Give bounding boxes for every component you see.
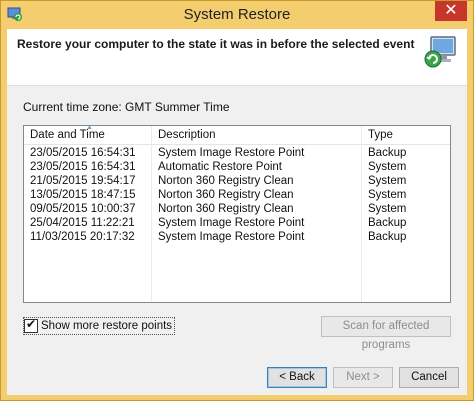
scan-affected-programs-button[interactable]: Scan for affected programs — [321, 316, 451, 351]
header-band: Restore your computer to the state it wa… — [7, 29, 467, 86]
window-title: System Restore — [183, 6, 291, 23]
back-button[interactable]: < Back — [267, 367, 327, 388]
description-cell: System Image Restore Point — [158, 231, 305, 243]
list-header: Date and Time ▲ Description Type — [24, 124, 450, 145]
date-cell: 25/04/2015 11:22:21 — [30, 217, 135, 229]
description-cell: Norton 360 Registry Clean — [158, 175, 294, 187]
system-restore-computer-icon — [424, 36, 456, 68]
timezone-label: Current time zone: GMT Summer Time — [23, 100, 230, 114]
date-cell: 11/03/2015 20:17:32 — [30, 231, 135, 243]
title-bar[interactable]: System Restore ✕ — [1, 1, 473, 29]
table-row[interactable]: 13/05/2015 18:47:15 Norton 360 Registry … — [24, 188, 450, 202]
description-cell: Automatic Restore Point — [158, 161, 283, 173]
description-cell: Norton 360 Registry Clean — [158, 203, 294, 215]
table-row[interactable]: 09/05/2015 10:00:37 Norton 360 Registry … — [24, 202, 450, 216]
checkbox-box[interactable]: ✔ — [24, 317, 38, 333]
date-cell: 09/05/2015 10:00:37 — [30, 203, 136, 215]
instruction-text: Restore your computer to the state it wa… — [17, 37, 415, 51]
type-cell: System — [368, 203, 407, 215]
type-cell: Backup — [368, 231, 407, 243]
column-type-label: Type — [368, 129, 393, 141]
description-cell: System Image Restore Point — [158, 217, 305, 229]
column-date-time-label: Date and Time — [30, 129, 105, 141]
description-cell: System Image Restore Point — [158, 147, 305, 159]
description-cell: Norton 360 Registry Clean — [158, 189, 294, 201]
close-button[interactable]: ✕ — [435, 1, 467, 21]
show-more-restore-points-checkbox[interactable]: ✔ Show more restore points — [23, 317, 176, 335]
sort-ascending-icon: ▲ — [86, 124, 93, 131]
type-cell: System — [368, 161, 407, 173]
date-cell: 23/05/2015 16:54:31 — [30, 161, 136, 173]
next-button[interactable]: Next > — [333, 367, 393, 388]
type-cell: Backup — [368, 147, 407, 159]
table-row[interactable]: 25/04/2015 11:22:21 System Image Restore… — [24, 216, 450, 230]
close-icon: ✕ — [444, 2, 458, 19]
system-restore-window: System Restore ✕ Restore your computer t… — [0, 0, 474, 401]
column-description-label: Description — [158, 129, 216, 141]
date-cell: 23/05/2015 16:54:31 — [30, 147, 136, 159]
checkmark-icon: ✔ — [26, 317, 37, 331]
restore-points-list[interactable]: Date and Time ▲ Description Type 23/05/2… — [23, 124, 451, 303]
column-type[interactable]: Type — [362, 126, 450, 144]
cancel-button[interactable]: Cancel — [399, 367, 459, 388]
date-cell: 13/05/2015 18:47:15 — [30, 189, 136, 201]
table-row[interactable]: 11/03/2015 20:17:32 System Image Restore… — [24, 230, 450, 244]
table-row[interactable]: 23/05/2015 16:54:31 System Image Restore… — [24, 146, 450, 160]
dialog-body: Restore your computer to the state it wa… — [7, 29, 467, 395]
type-cell: Backup — [368, 217, 407, 229]
show-more-restore-points-label: Show more restore points — [41, 320, 173, 332]
date-cell: 21/05/2015 19:54:17 — [30, 175, 136, 187]
table-row[interactable]: 21/05/2015 19:54:17 Norton 360 Registry … — [24, 174, 450, 188]
type-cell: System — [368, 189, 407, 201]
type-cell: System — [368, 175, 407, 187]
column-description[interactable]: Description — [152, 126, 362, 144]
table-row[interactable]: 23/05/2015 16:54:31 Automatic Restore Po… — [24, 160, 450, 174]
